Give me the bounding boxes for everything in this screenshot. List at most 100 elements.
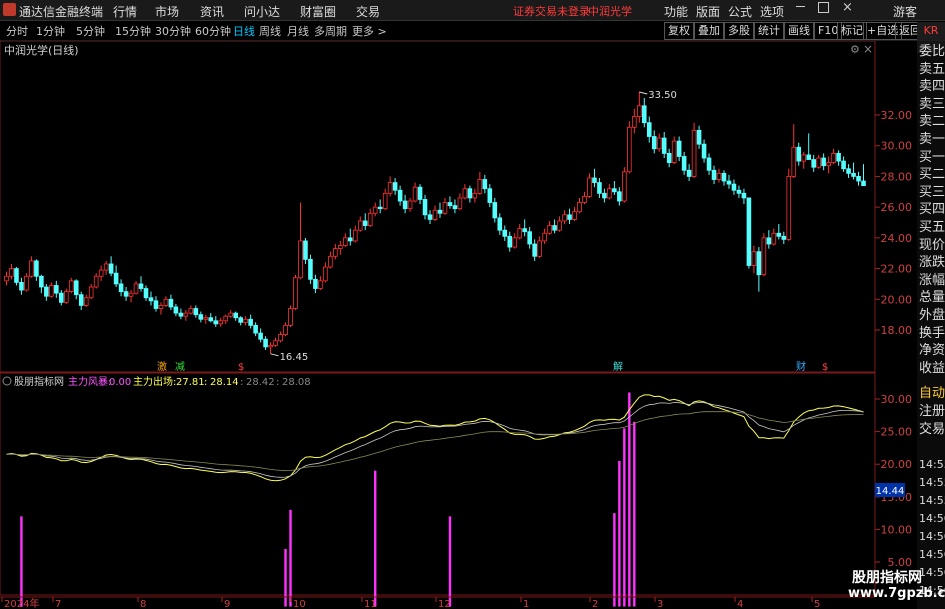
- close-chart-icon: ×: [863, 42, 873, 56]
- indicator-header-text: 28.42: [246, 377, 275, 388]
- candle-body: [397, 189, 403, 202]
- kline-chart[interactable]: 中润光学(日线) ⚙ ×32.0030.0028.0026.0024.0022.00…: [0, 41, 917, 609]
- indicator-settings-icon: [2, 376, 12, 386]
- candle-body: [372, 206, 378, 214]
- candle-body: [308, 258, 313, 280]
- candle-body: [198, 314, 204, 320]
- candle-body: [407, 200, 413, 210]
- title-bar: 通达信金融终端 行情 市场 资讯 问小达 财富圈 交易 证券交易未登录 中润光学…: [0, 0, 945, 21]
- period-intraday[interactable]: 分时: [6, 23, 28, 39]
- menu-quotes[interactable]: 行情: [113, 3, 137, 20]
- candle-body: [816, 157, 821, 168]
- order-book-label: 买五: [919, 220, 945, 235]
- date-tick-label: 12: [438, 599, 451, 609]
- menu-news[interactable]: 资讯: [200, 3, 224, 20]
- price-panel-frame: [0, 41, 876, 373]
- candle-body: [646, 122, 652, 137]
- candle-body: [158, 305, 164, 309]
- menu-market[interactable]: 市场: [155, 3, 179, 20]
- date-tick-label: 4: [737, 599, 743, 609]
- candle-body: [512, 237, 518, 248]
- date-tick-label: 10: [293, 599, 306, 609]
- candle-body: [238, 317, 243, 323]
- candle-body: [83, 297, 89, 306]
- menu-layout[interactable]: 版面: [696, 3, 720, 20]
- menu-formula[interactable]: 公式: [728, 3, 752, 20]
- period-weekly[interactable]: 周线: [259, 23, 281, 39]
- price-tick-label: 28.00: [881, 170, 913, 183]
- trade-time: 14:56: [919, 530, 945, 543]
- indicator-header-text: :: [276, 377, 279, 388]
- candle-body: [532, 243, 537, 257]
- side-tab[interactable]: 注册: [919, 404, 945, 419]
- low-price-label: 16.45: [280, 352, 309, 363]
- period-daily[interactable]: 日线: [233, 23, 255, 39]
- candle-body: [587, 177, 592, 197]
- candle-body: [706, 157, 712, 171]
- indicator-bar: [448, 516, 452, 607]
- candle-body: [796, 146, 802, 162]
- candle-body: [333, 248, 338, 257]
- trade-time: 14:55: [919, 494, 945, 507]
- candle-body: [636, 105, 642, 117]
- stats-button[interactable]: 统计: [754, 22, 784, 40]
- indicator-bar: [623, 428, 626, 607]
- event-mark: 解: [613, 360, 623, 373]
- high-pointer: [639, 91, 648, 95]
- watermark-line1: 股朋指标网: [852, 570, 922, 586]
- order-book-label: 净资: [919, 343, 945, 359]
- menu-guest[interactable]: 游客: [893, 3, 917, 20]
- candle-body: [298, 240, 303, 279]
- period-15min[interactable]: 15分钟: [115, 23, 151, 39]
- candle-body: [846, 168, 851, 174]
- candle-body: [612, 188, 617, 193]
- candle-body: [362, 220, 368, 226]
- candle-body: [811, 159, 816, 168]
- multi-stock-button[interactable]: 多股: [724, 22, 754, 40]
- period-5min[interactable]: 5分钟: [76, 23, 105, 39]
- menu-wealth[interactable]: 财富圈: [300, 3, 336, 20]
- menu-options[interactable]: 选项: [760, 3, 784, 20]
- candle-body: [497, 217, 503, 231]
- side-tab[interactable]: 自动: [919, 386, 945, 401]
- event-mark: 激: [157, 360, 167, 373]
- current-value-label: 14.44: [876, 486, 905, 497]
- period-1min[interactable]: 1分钟: [36, 23, 65, 39]
- candle-body: [108, 263, 114, 274]
- minimize-icon[interactable]: [796, 6, 805, 7]
- overlay-button[interactable]: 叠加: [694, 22, 724, 40]
- candle-body: [59, 292, 64, 303]
- indicator-bar: [289, 509, 292, 607]
- indicator-header-text: 主力出场:: [133, 375, 176, 388]
- candle-body: [63, 291, 69, 303]
- event-mark: $: [238, 362, 244, 373]
- app-title: 通达信金融终端: [19, 5, 104, 19]
- period-more[interactable]: 更多 >: [352, 23, 387, 39]
- period-30min[interactable]: 30分钟: [155, 23, 191, 39]
- candle-body: [452, 205, 458, 210]
- login-status[interactable]: 证券交易未登录: [513, 3, 590, 19]
- indicator-header-text: 主力风暴:: [68, 375, 111, 388]
- candle-body: [19, 281, 24, 291]
- candle-body: [781, 235, 787, 240]
- menu-ask[interactable]: 问小达: [244, 3, 280, 20]
- adjust-button[interactable]: 复权: [664, 22, 694, 40]
- candle-body: [432, 209, 438, 220]
- date-tick-label: 11: [364, 599, 377, 609]
- menu-trade[interactable]: 交易: [356, 3, 380, 20]
- draw-button[interactable]: 画线: [784, 22, 814, 40]
- candle-body: [472, 192, 478, 199]
- side-tab[interactable]: 交易: [919, 422, 945, 437]
- candle-body: [751, 251, 757, 266]
- period-multi[interactable]: 多周期: [314, 23, 347, 39]
- candle-body: [542, 232, 547, 242]
- close-icon[interactable]: ×: [842, 0, 853, 15]
- period-monthly[interactable]: 月线: [287, 23, 309, 39]
- maximize-icon[interactable]: [818, 2, 829, 13]
- menu-function[interactable]: 功能: [664, 3, 688, 20]
- order-book-label: 总量: [919, 290, 945, 306]
- indicator-bar: [628, 392, 631, 607]
- candle-body: [193, 308, 199, 316]
- period-60min[interactable]: 60分钟: [195, 23, 231, 39]
- candle-body: [831, 152, 836, 164]
